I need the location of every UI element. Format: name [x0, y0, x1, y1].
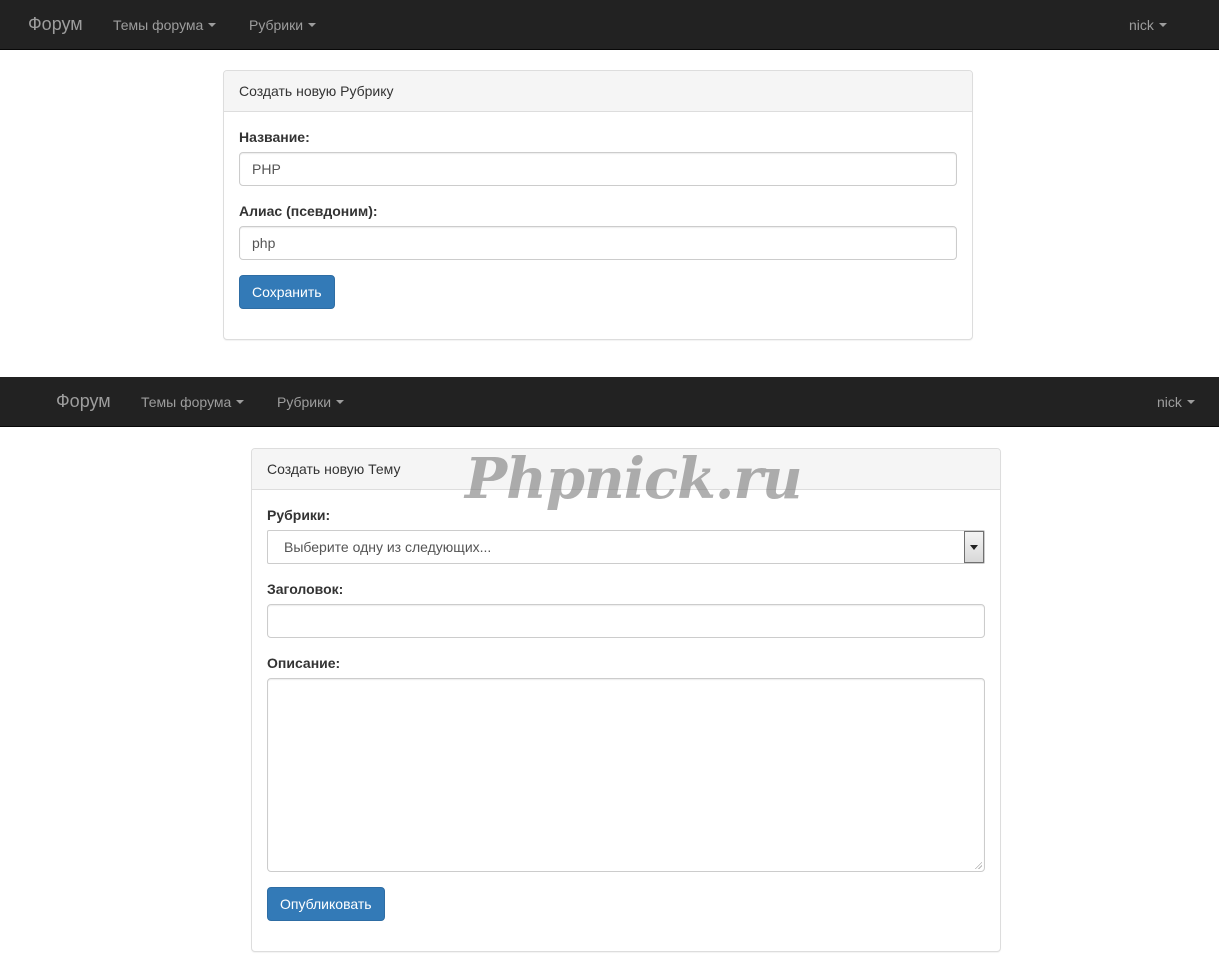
topics-menu[interactable]: Темы форума — [141, 392, 245, 412]
title-input[interactable] — [267, 604, 985, 638]
topics-menu[interactable]: Темы форума — [113, 15, 217, 35]
create-topic-panel: Создать новую Тему Рубрики: Выберите одн… — [251, 448, 1001, 952]
topic-screen: Форум Темы форума Рубрики nick Создать н… — [0, 377, 1219, 974]
rubrics-menu-label: Рубрики — [277, 394, 332, 410]
user-menu-label: nick — [1157, 394, 1182, 410]
name-input[interactable]: PHP — [239, 152, 957, 186]
panel-heading: Создать новую Рубрику — [224, 71, 972, 112]
rubrics-menu[interactable]: Рубрики — [277, 392, 345, 412]
publish-button[interactable]: Опубликовать — [267, 887, 385, 921]
user-menu[interactable]: nick — [1129, 15, 1167, 35]
rubric-screen: Форум Темы форума Рубрики nick Создать н… — [0, 0, 1219, 377]
name-label: Название: — [239, 129, 310, 145]
resize-grip-icon[interactable] — [974, 861, 982, 869]
description-textarea[interactable] — [267, 678, 985, 872]
top-navbar: Форум Темы форума Рубрики nick — [0, 377, 1219, 427]
save-button[interactable]: Сохранить — [239, 275, 335, 309]
user-menu-label: nick — [1129, 17, 1154, 33]
rubrics-menu[interactable]: Рубрики — [249, 15, 317, 35]
alias-input[interactable]: php — [239, 226, 957, 260]
caret-down-icon — [308, 23, 317, 28]
description-label: Описание: — [267, 655, 341, 671]
title-label: Заголовок: — [267, 581, 344, 597]
caret-down-icon — [336, 400, 345, 405]
create-rubric-panel: Создать новую Рубрику Название: PHP Алиа… — [223, 70, 973, 340]
rubric-select[interactable]: Выберите одну из следующих... — [267, 530, 985, 564]
user-menu[interactable]: nick — [1157, 392, 1195, 412]
top-navbar: Форум Темы форума Рубрики nick — [0, 0, 1219, 50]
rubric-select-value: Выберите одну из следующих... — [284, 539, 492, 555]
topics-menu-label: Темы форума — [113, 17, 204, 33]
caret-down-icon — [208, 23, 217, 28]
brand-link[interactable]: Форум — [28, 14, 83, 34]
caret-down-icon — [1186, 400, 1195, 405]
panel-heading: Создать новую Тему — [252, 449, 1000, 490]
alias-label: Алиас (псевдоним): — [239, 203, 378, 219]
caret-down-icon — [236, 400, 245, 405]
rubric-label: Рубрики: — [267, 507, 331, 523]
dropdown-arrow-icon[interactable] — [964, 531, 984, 563]
caret-down-icon — [1158, 23, 1167, 28]
brand-link[interactable]: Форум — [56, 391, 111, 411]
topics-menu-label: Темы форума — [141, 394, 232, 410]
rubrics-menu-label: Рубрики — [249, 17, 304, 33]
